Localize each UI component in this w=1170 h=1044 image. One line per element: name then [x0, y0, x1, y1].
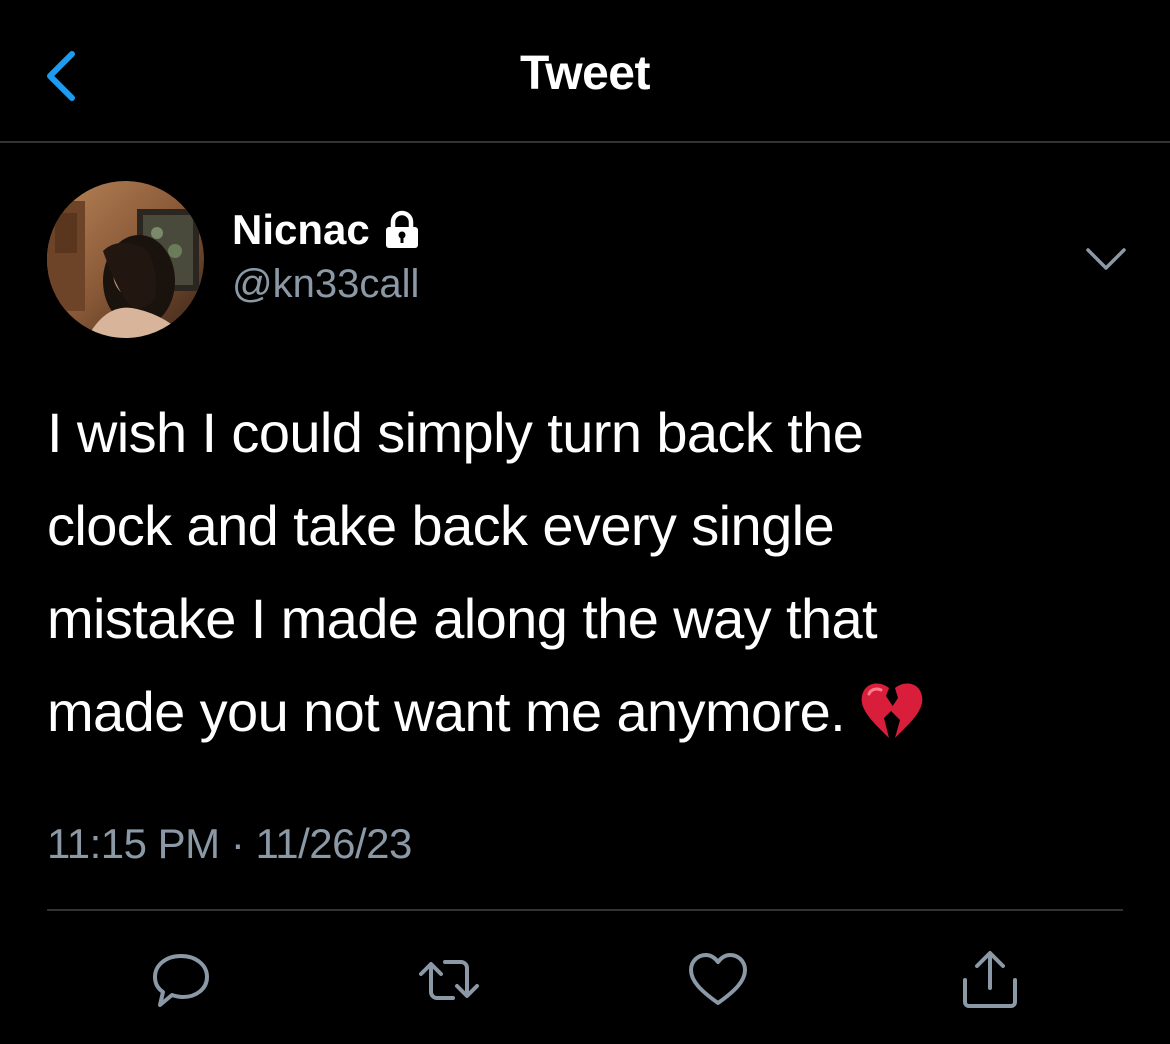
- lock-icon: [385, 210, 418, 248]
- chevron-down-icon: [1086, 248, 1126, 270]
- author-name[interactable]: Nicnac: [232, 206, 422, 254]
- share-icon: [963, 951, 1017, 1008]
- profile-photo: [47, 181, 204, 338]
- retweet-icon: [419, 960, 479, 1000]
- tweet-line: I wish I could simply turn back the: [47, 401, 864, 464]
- share-button[interactable]: [958, 948, 1022, 1012]
- like-button[interactable]: [686, 948, 750, 1012]
- reply-button[interactable]: [149, 948, 213, 1012]
- tweet-line: clock and take back every single: [47, 494, 835, 557]
- page-title: Tweet: [520, 47, 650, 100]
- broken-heart-icon: [861, 683, 923, 739]
- tweet-line: mistake I made along the way that: [47, 587, 878, 650]
- tweet-timestamp[interactable]: 11:15 PM · 11/26/23: [47, 820, 412, 868]
- display-name-text: Nicnac: [232, 206, 370, 253]
- reply-icon: [153, 954, 209, 1007]
- like-icon: [689, 953, 747, 1005]
- tweet-body: I wish I could simply turn back the cloc…: [47, 386, 1127, 758]
- retweet-button[interactable]: [417, 948, 481, 1012]
- author-handle[interactable]: @kn33call: [232, 262, 419, 307]
- tweet-line-text: made you not want me anymore.: [47, 680, 846, 743]
- top-bar: Tweet: [0, 0, 1170, 143]
- avatar[interactable]: [47, 181, 204, 338]
- divider: [47, 909, 1123, 911]
- tweet-options-button[interactable]: [1084, 244, 1128, 274]
- tweet-line-last: made you not want me anymore.: [47, 665, 1127, 758]
